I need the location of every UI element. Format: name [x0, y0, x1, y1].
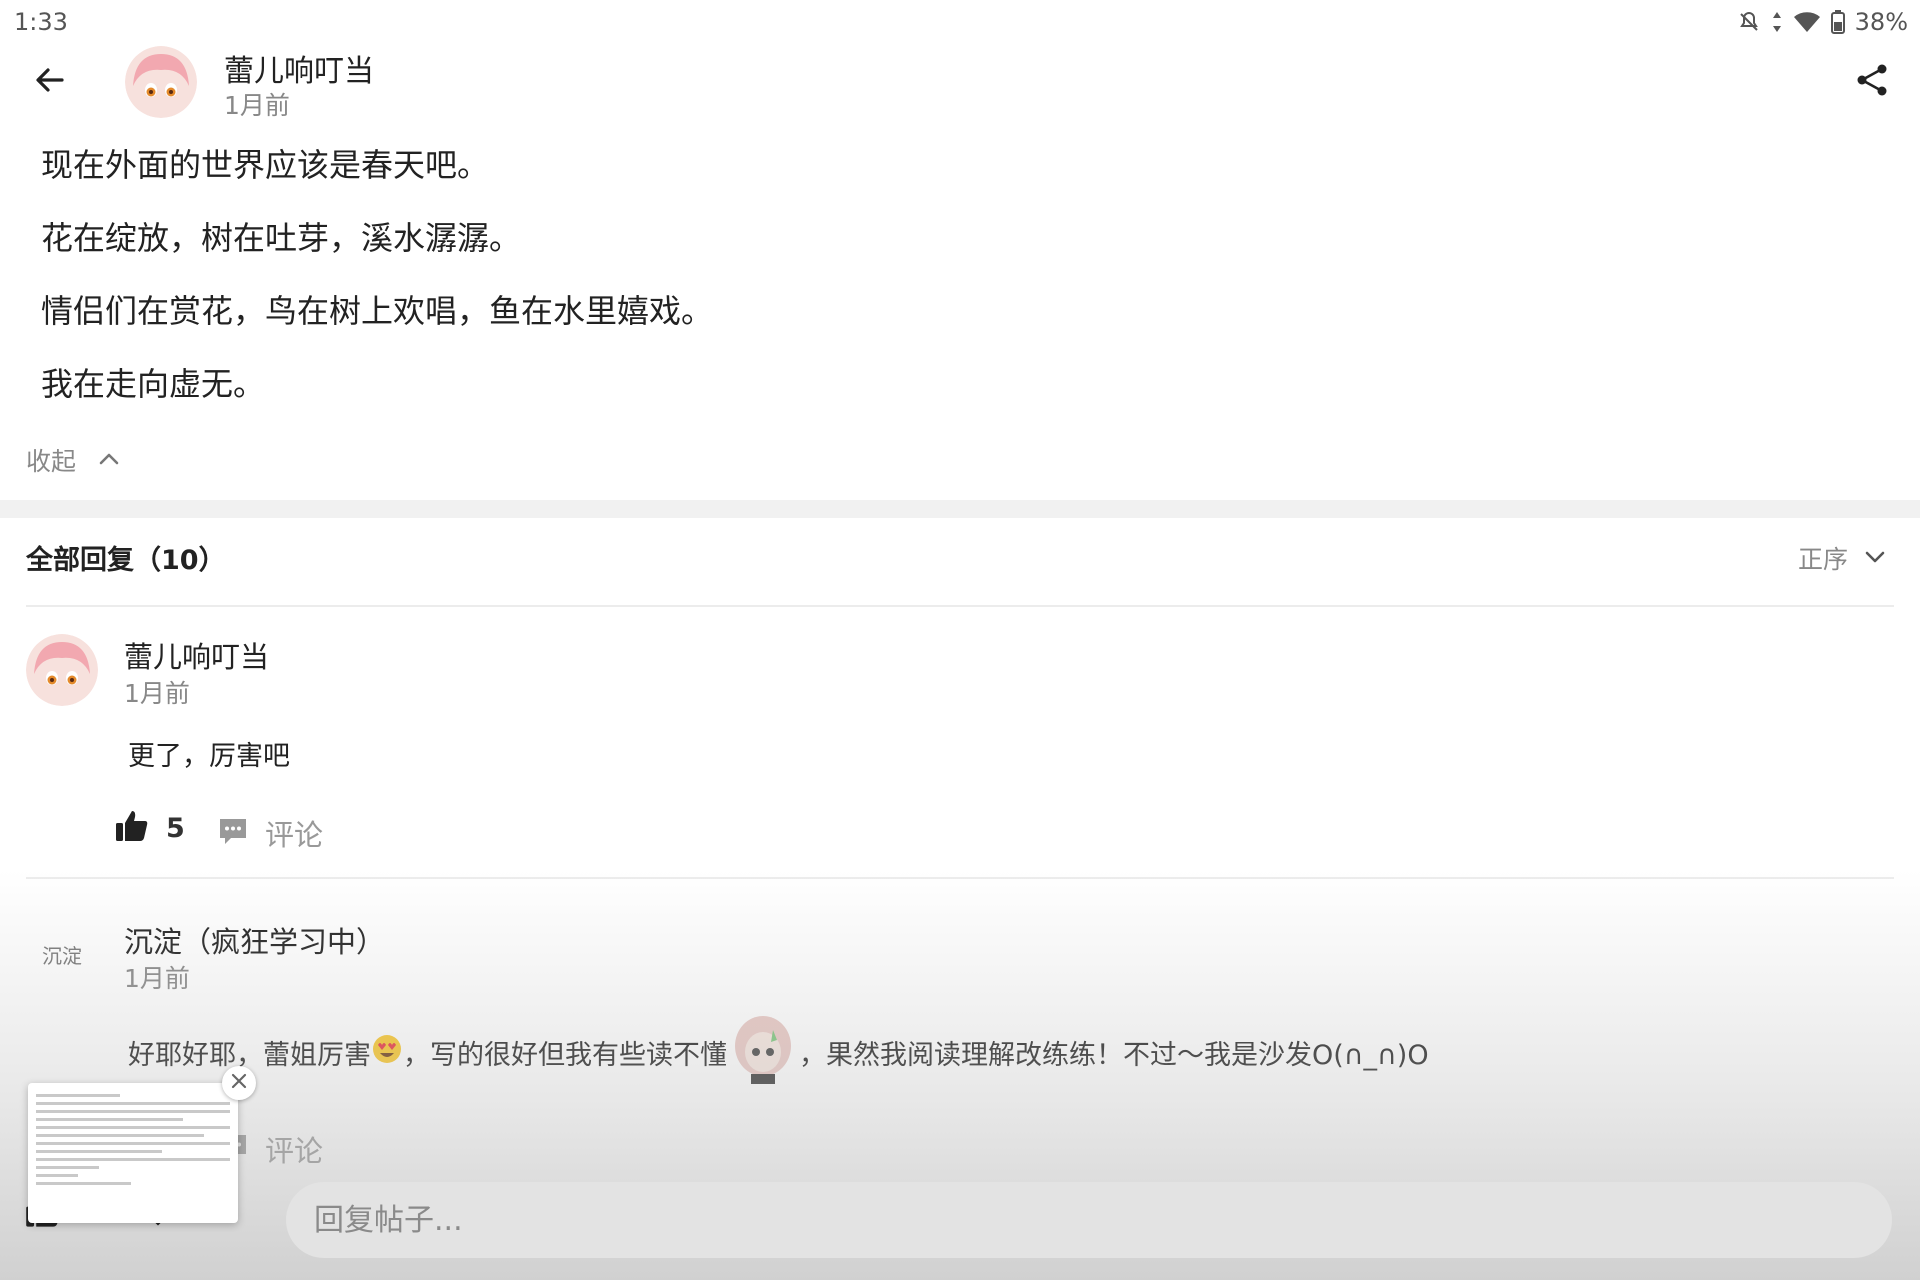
post-content: 现在外面的世界应该是春天吧。 花在绽放，树在吐芽，溪水潺潺。 情侣们在赏花，鸟在… — [41, 143, 1841, 435]
comment-bubble-icon — [217, 815, 249, 851]
comment-label: 评论 — [265, 818, 324, 852]
like-button[interactable]: 5 — [114, 808, 185, 848]
reply-text-part: ，果然我阅读理解改练练！不过～我是沙发O(∩_∩)O — [799, 1039, 1429, 1071]
battery-percent: 38% — [1854, 8, 1908, 36]
avatar-text: 沉淀 — [42, 943, 82, 968]
post-time: 1月前 — [224, 91, 290, 120]
post-header: 蕾儿响叮当 1月前 — [0, 44, 1920, 124]
sort-label: 正序 — [1797, 545, 1848, 574]
reply-avatar[interactable] — [26, 634, 98, 706]
reply-time: 1月前 — [124, 964, 190, 993]
wifi-icon — [1793, 10, 1821, 34]
data-arrows-icon — [1771, 10, 1783, 34]
heart-eyes-emoji-icon — [371, 1033, 403, 1072]
status-time: 1:33 — [14, 8, 68, 36]
back-button[interactable] — [28, 60, 72, 104]
comment-label: 评论 — [265, 1134, 324, 1168]
reply-input-container[interactable] — [286, 1182, 1892, 1258]
close-icon — [230, 1072, 248, 1094]
divider — [26, 605, 1894, 607]
reply-avatar[interactable]: 沉淀 — [26, 918, 98, 990]
reply-text-part: ，写的很好但我有些读不懂 — [403, 1039, 727, 1071]
reply-time: 1月前 — [124, 679, 190, 708]
comment-button[interactable]: 评论 — [217, 812, 323, 854]
reply-text: 更了，厉害吧 — [128, 741, 290, 772]
collapse-toggle[interactable]: 收起 — [26, 442, 120, 478]
collapse-label: 收起 — [26, 447, 77, 476]
post-line: 我在走向虚无。 — [41, 365, 266, 403]
replies-title: 全部回复（10） — [26, 545, 226, 576]
like-count: 5 — [166, 812, 185, 844]
divider — [26, 877, 1894, 879]
section-divider — [0, 500, 1920, 518]
bell-off-icon — [1737, 10, 1761, 34]
author-name[interactable]: 蕾儿响叮当 — [224, 46, 374, 90]
chevron-down-icon — [1864, 549, 1886, 568]
post-line: 花在绽放，树在吐芽，溪水潺潺。 — [41, 219, 522, 257]
post-line: 现在外面的世界应该是春天吧。 — [41, 146, 490, 184]
share-icon — [1854, 62, 1890, 102]
battery-icon — [1830, 10, 1845, 34]
arrow-left-icon — [32, 62, 68, 102]
screenshot-thumbnail[interactable] — [28, 1083, 238, 1223]
reply-text-part: 好耶好耶，蕾姐厉害 — [128, 1039, 371, 1071]
status-bar: 1:33 38% — [0, 0, 1920, 44]
thumbs-up-icon — [114, 808, 150, 848]
anime-sticker-icon — [731, 1012, 795, 1093]
reply-author-name[interactable]: 蕾儿响叮当 — [124, 634, 269, 676]
sort-dropdown[interactable]: 正序 — [1798, 540, 1886, 576]
thumbnail-close-button[interactable] — [222, 1066, 256, 1100]
reply-input[interactable] — [286, 1182, 1892, 1258]
post-line: 情侣们在赏花，鸟在树上欢唱，鱼在水里嬉戏。 — [41, 292, 714, 330]
share-button[interactable] — [1850, 60, 1894, 104]
reply-author-name[interactable]: 沉淀（疯狂学习中） — [124, 919, 385, 961]
reply-text: 好耶好耶，蕾姐厉害 ，写的很好但我有些读不懂 ，果然我阅读理解改练练！不过～我是… — [128, 1015, 1429, 1089]
chevron-up-icon — [98, 451, 120, 470]
status-icons: 38% — [1737, 8, 1908, 36]
author-avatar[interactable] — [125, 46, 197, 118]
